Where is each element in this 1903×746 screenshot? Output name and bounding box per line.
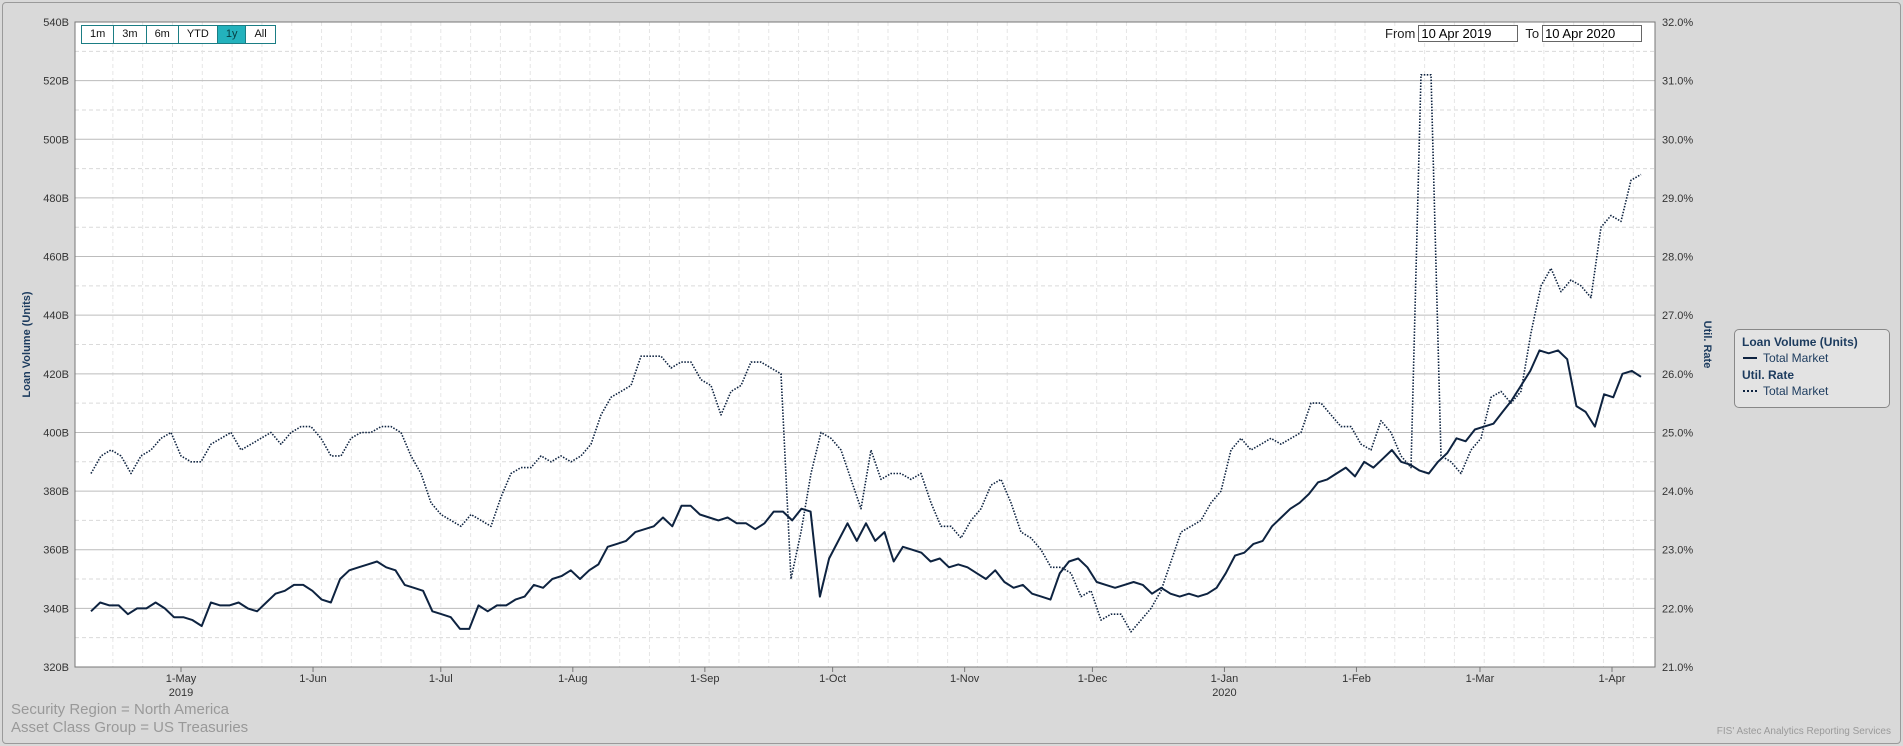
range-button-6m[interactable]: 6m [146, 26, 179, 43]
range-button-all[interactable]: All [246, 26, 275, 43]
date-range: From To [1385, 25, 1646, 42]
x-tick-label: 1-Jun [299, 673, 327, 685]
y-left-tick-label: 520B [43, 76, 69, 88]
y-left-tick-label: 460B [43, 252, 69, 264]
solid-line-swatch [1743, 357, 1757, 359]
legend: Loan Volume (Units) Total Market Util. R… [1734, 329, 1890, 408]
to-label: To [1525, 26, 1540, 41]
x-tick-label: 1-Apr [1599, 673, 1626, 685]
chart: 320B 340B 360B 380B 400B 420B 440B 460B 480B 500B… [21, 17, 1713, 699]
x-tick-label: 1-Sep [690, 673, 719, 685]
y-right-tick-label: 23.0% [1662, 545, 1693, 557]
y-right-tick-label: 32.0% [1662, 17, 1693, 29]
from-label: From [1385, 26, 1416, 41]
x-tick-sublabel: 2020 [1212, 687, 1236, 699]
x-tick-sublabel: 2019 [169, 687, 193, 699]
range-button-1m[interactable]: 1m [82, 26, 115, 43]
y-left-tick-label: 500B [43, 134, 69, 146]
y-right-tick-label: 25.0% [1662, 427, 1693, 439]
y-left-tick-label: 380B [43, 486, 69, 498]
x-tick-label: 1-Feb [1342, 673, 1371, 685]
y-left-tick-label: 540B [43, 17, 69, 29]
x-tick-label: 1-Jul [429, 673, 453, 685]
y-right-tick-label: 24.0% [1662, 486, 1693, 498]
range-button-3m[interactable]: 3m [114, 26, 147, 43]
credit-text: FIS' Astec Analytics Reporting Services [1716, 726, 1891, 737]
x-tick-label: 1-Aug [558, 673, 587, 685]
from-date-input[interactable] [1418, 25, 1519, 42]
filter-region: Security Region = North America [11, 701, 230, 718]
y-right-tick-label: 31.0% [1662, 76, 1693, 88]
legend-item-label: Total Market [1763, 384, 1829, 398]
legend-item-util-rate-total-market[interactable]: Total Market [1743, 384, 1882, 398]
grid [75, 21, 1655, 668]
legend-group-loan-volume: Loan Volume (Units) [1742, 335, 1858, 349]
y-left-tick-label: 440B [43, 310, 69, 322]
y-left-tick-label: 340B [43, 603, 69, 615]
filter-asset-class: Asset Class Group = US Treasuries [11, 719, 249, 736]
range-button-ytd[interactable]: YTD [178, 26, 218, 43]
y-left-tick-label: 480B [43, 193, 69, 205]
dotted-line-swatch [1743, 390, 1757, 392]
x-tick-label: 1-May [166, 673, 197, 685]
x-tick-label: 1-Dec [1078, 673, 1108, 685]
y-left-axis-title: Loan Volume (Units) [21, 291, 33, 397]
filter-caption: Security Region = North America Asset Cl… [11, 701, 248, 737]
range-button-1y[interactable]: 1y [217, 26, 247, 43]
x-tick-label: 1-Oct [819, 673, 846, 685]
y-right-axis-title: Util. Rate [1701, 321, 1713, 369]
y-left-tick-label: 320B [43, 662, 69, 674]
y-right-tick-label: 29.0% [1662, 193, 1693, 205]
x-tick-label: 1-Nov [950, 673, 980, 685]
x-tick-label: 1-Jan [1211, 673, 1239, 685]
y-left-tick-label: 400B [43, 427, 69, 439]
y-left-tick-label: 420B [43, 369, 69, 381]
x-tick-label: 1-Mar [1466, 673, 1495, 685]
legend-group-util-rate: Util. Rate [1742, 368, 1795, 382]
y-right-tick-label: 22.0% [1662, 603, 1693, 615]
y-right-tick-label: 27.0% [1662, 310, 1693, 322]
to-date-input[interactable] [1542, 25, 1643, 42]
plot-area [75, 22, 1655, 667]
legend-item-label: Total Market [1763, 351, 1829, 365]
y-right-tick-label: 26.0% [1662, 369, 1693, 381]
y-left-tick-label: 360B [43, 545, 69, 557]
legend-item-loan-volume-total-market[interactable]: Total Market [1743, 351, 1882, 365]
y-right-tick-label: 28.0% [1662, 252, 1693, 264]
y-right-tick-label: 30.0% [1662, 134, 1693, 146]
y-right-tick-label: 21.0% [1662, 662, 1693, 674]
range-selector: 1m 3m 6m YTD 1y All [81, 25, 276, 44]
